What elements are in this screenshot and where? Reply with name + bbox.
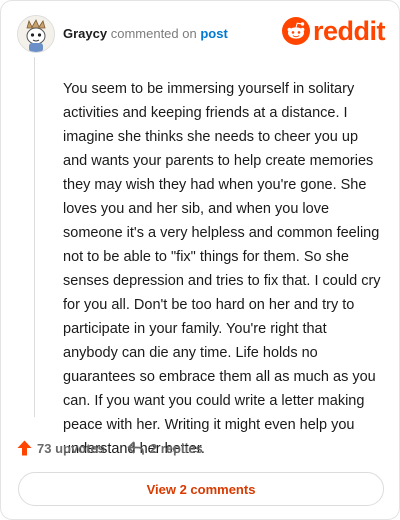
username[interactable]: Graycy bbox=[63, 26, 107, 41]
comment-meta: Graycy commented on post bbox=[63, 26, 228, 41]
comment-header: Graycy commented on post reddit bbox=[17, 15, 386, 53]
upvote-button[interactable]: 73 upvotes bbox=[17, 440, 105, 456]
reply-count: 2 replies bbox=[149, 440, 203, 456]
comment-body: You seem to be immersing yourself in sol… bbox=[63, 81, 381, 457]
reddit-snoo-icon bbox=[281, 17, 310, 45]
reddit-wordmark: reddit bbox=[312, 16, 386, 46]
view-comments-button[interactable]: View 2 comments bbox=[18, 472, 384, 506]
upvote-arrow-icon bbox=[17, 440, 32, 456]
reply-button[interactable]: 2 replies bbox=[127, 440, 203, 456]
thread-line bbox=[34, 57, 35, 417]
comment-actions: 73 upvotes 2 replies bbox=[17, 437, 225, 459]
upvote-count: 73 upvotes bbox=[37, 440, 105, 456]
post-link[interactable]: post bbox=[200, 26, 227, 41]
reddit-logo[interactable]: reddit bbox=[281, 16, 386, 46]
action-text: commented on bbox=[110, 26, 197, 41]
comment-card: Graycy commented on post reddit You seem… bbox=[0, 0, 400, 520]
reply-arrow-icon bbox=[127, 441, 144, 455]
avatar[interactable] bbox=[17, 15, 55, 53]
